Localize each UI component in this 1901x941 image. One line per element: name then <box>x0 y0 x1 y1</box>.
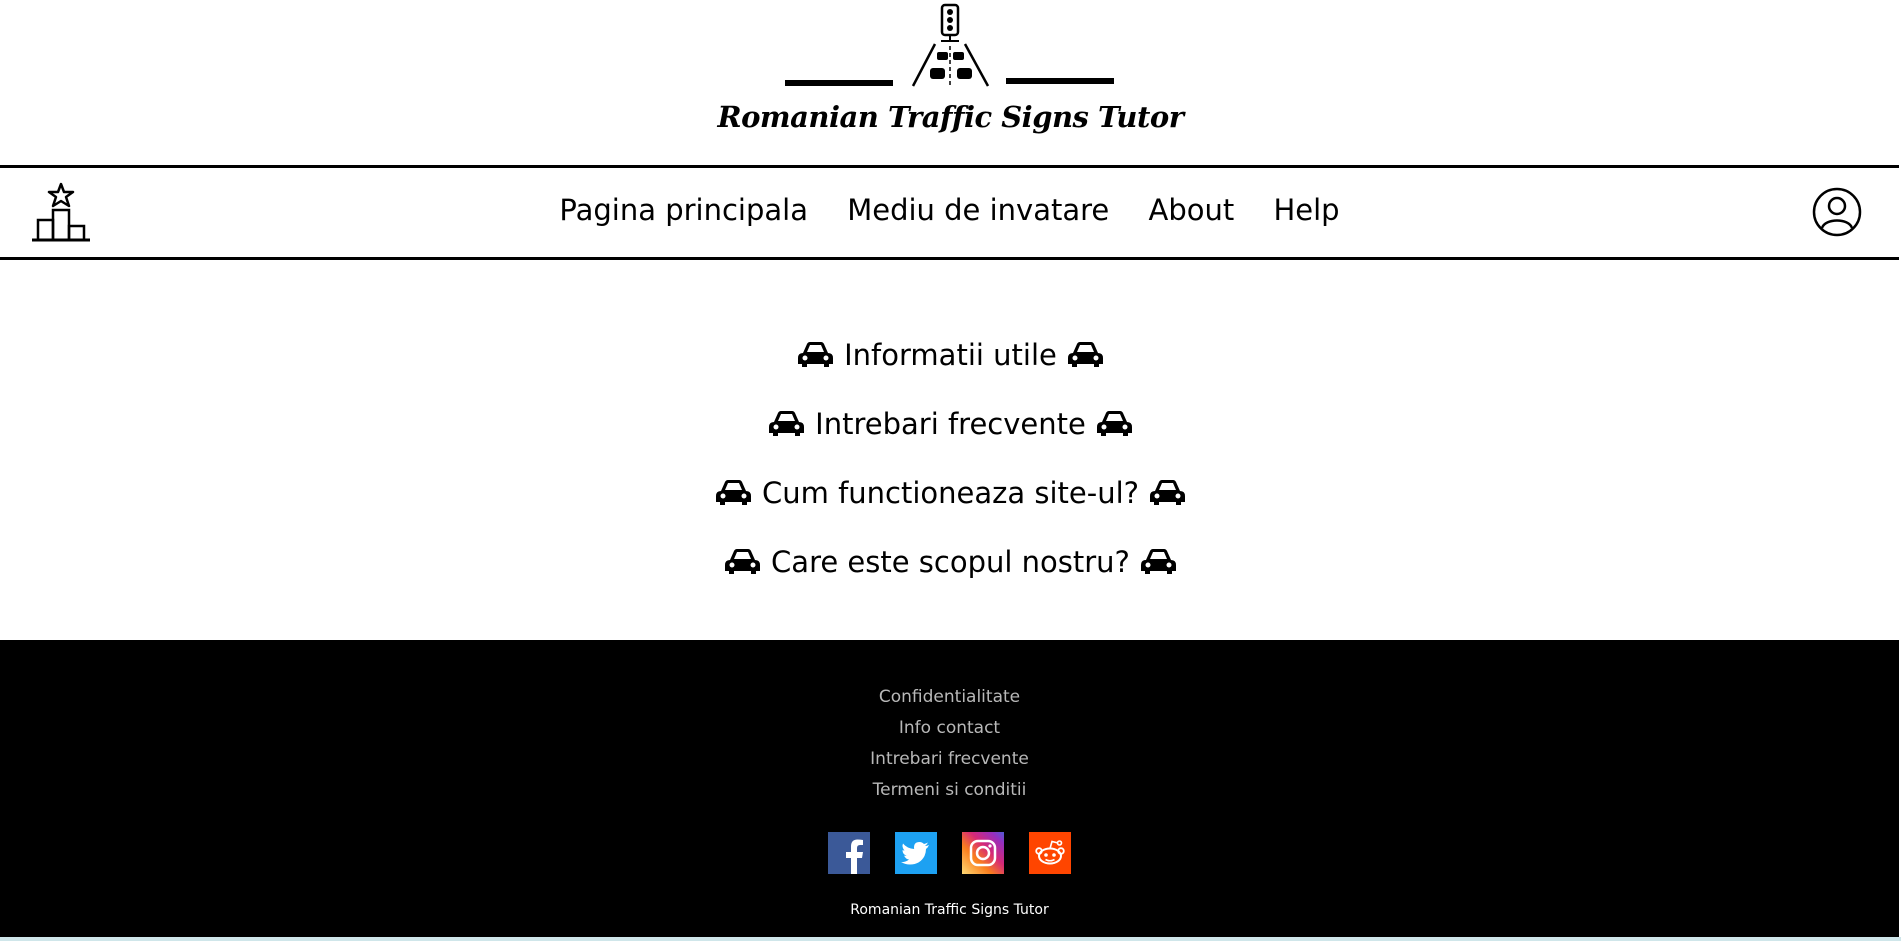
nav-link-pagina-principala[interactable]: Pagina principala <box>559 193 808 227</box>
car-icon <box>1140 549 1176 574</box>
site-title: Romanian Traffic Signs Tutor <box>717 100 1184 134</box>
instagram-icon[interactable] <box>962 832 1004 874</box>
info-item-label: Care este scopul nostru? <box>771 544 1130 579</box>
info-item-intrebari-frecvente[interactable]: Intrebari frecvente <box>0 389 1901 458</box>
car-icon <box>1067 342 1103 367</box>
car-icon <box>1150 480 1186 505</box>
car-icon <box>769 411 805 436</box>
page-bottom-strip <box>0 937 1901 941</box>
footer-link-intrebari-frecvente[interactable]: Intrebari frecvente <box>0 744 1899 775</box>
info-item-label: Intrebari frecvente <box>815 406 1086 441</box>
twitter-icon[interactable] <box>895 832 937 874</box>
info-item-scopul-nostru[interactable]: Care este scopul nostru? <box>0 527 1901 596</box>
site-header: Romanian Traffic Signs Tutor <box>0 0 1901 165</box>
info-item-informatii-utile[interactable]: Informatii utile <box>0 320 1901 389</box>
car-icon <box>725 549 761 574</box>
footer-link-confidentialitate[interactable]: Confidentialitate <box>0 682 1899 713</box>
facebook-icon[interactable] <box>828 832 870 874</box>
social-links <box>828 832 1071 874</box>
site-footer: Confidentialitate Info contact Intrebari… <box>0 640 1899 937</box>
traffic-road-logo[interactable] <box>785 2 1115 88</box>
reddit-icon[interactable] <box>1029 832 1071 874</box>
user-profile-icon[interactable] <box>1812 187 1862 237</box>
info-item-label: Informatii utile <box>844 337 1057 372</box>
main-content: Informatii utile Intrebari frecvente Cum… <box>0 320 1901 596</box>
footer-link-info-contact[interactable]: Info contact <box>0 713 1899 744</box>
nav-link-about[interactable]: About <box>1148 193 1234 227</box>
car-icon <box>798 342 834 367</box>
footer-copyright: Romanian Traffic Signs Tutor <box>850 902 1049 918</box>
car-icon <box>715 480 751 505</box>
footer-links: Confidentialitate Info contact Intrebari… <box>0 682 1899 806</box>
car-icon <box>1096 411 1132 436</box>
nav-link-mediu-de-invatare[interactable]: Mediu de invatare <box>847 193 1109 227</box>
nav-links: Pagina principala Mediu de invatare Abou… <box>0 193 1899 227</box>
main-navbar: Pagina principala Mediu de invatare Abou… <box>0 165 1899 260</box>
info-item-cum-functioneaza[interactable]: Cum functioneaza site-ul? <box>0 458 1901 527</box>
footer-link-termeni[interactable]: Termeni si conditii <box>0 775 1899 806</box>
info-item-label: Cum functioneaza site-ul? <box>761 475 1140 510</box>
nav-link-help[interactable]: Help <box>1273 193 1339 227</box>
